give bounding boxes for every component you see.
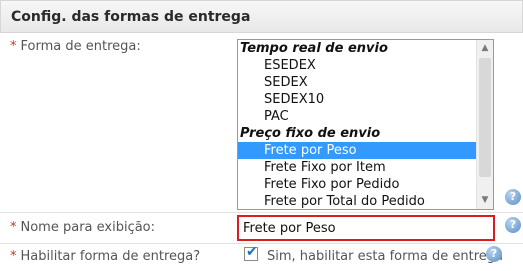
habilitar-label-row: * Habilitar forma de entrega? [10, 249, 200, 264]
required-mark: * [10, 220, 17, 235]
nome-exibicao-label-row: * Nome para exibição: [10, 220, 155, 235]
scroll-down-icon[interactable]: ▼ [477, 192, 493, 209]
scroll-up-icon[interactable]: ▲ [477, 40, 493, 57]
nome-exibicao-input[interactable] [237, 215, 495, 241]
option-frete-fixo-por-pedido[interactable]: Frete Fixo por Pedido [238, 176, 476, 193]
help-icon[interactable]: ? [486, 246, 502, 262]
listbox-options: Tempo real de envio ESEDEX SEDEX SEDEX10… [238, 40, 476, 209]
help-icon[interactable]: ? [505, 189, 521, 205]
option-sedex[interactable]: SEDEX [238, 74, 476, 91]
option-frete-por-total-do-pedido[interactable]: Frete por Total do Pedido [238, 193, 476, 209]
option-frete-por-peso[interactable]: Frete por Peso [238, 142, 476, 159]
optgroup-tempo-real: Tempo real de envio [240, 41, 388, 56]
required-mark: * [10, 39, 17, 54]
habilitar-label: Habilitar forma de entrega? [20, 249, 201, 264]
habilitar-checkbox[interactable]: ✔ [244, 244, 258, 261]
row-separator [0, 212, 523, 213]
nome-exibicao-label: Nome para exibição: [20, 220, 156, 235]
required-mark: * [10, 249, 17, 264]
check-icon: ✔ [246, 244, 258, 260]
section-header: Config. das formas de entrega [0, 0, 523, 33]
option-esedex[interactable]: ESEDEX [238, 57, 476, 74]
option-frete-fixo-por-item[interactable]: Frete Fixo por Item [238, 159, 476, 176]
scroll-thumb[interactable] [479, 58, 491, 177]
help-icon[interactable]: ? [505, 217, 521, 233]
forma-entrega-listbox[interactable]: Tempo real de envio ESEDEX SEDEX SEDEX10… [237, 39, 494, 210]
habilitar-checkbox-label[interactable]: Sim, habilitar esta forma de entrega [267, 249, 503, 264]
forma-entrega-label: Forma de entrega: [20, 39, 141, 54]
optgroup-preco-fixo: Preço fixo de envio [240, 126, 381, 141]
listbox-scrollbar[interactable]: ▲ ▼ [476, 40, 493, 209]
forma-entrega-label-row: * Forma de entrega: [10, 39, 141, 54]
section-title: Config. das formas de entrega [11, 9, 251, 25]
row-separator [0, 243, 523, 244]
option-pac[interactable]: PAC [238, 108, 476, 125]
option-sedex10[interactable]: SEDEX10 [238, 91, 476, 108]
